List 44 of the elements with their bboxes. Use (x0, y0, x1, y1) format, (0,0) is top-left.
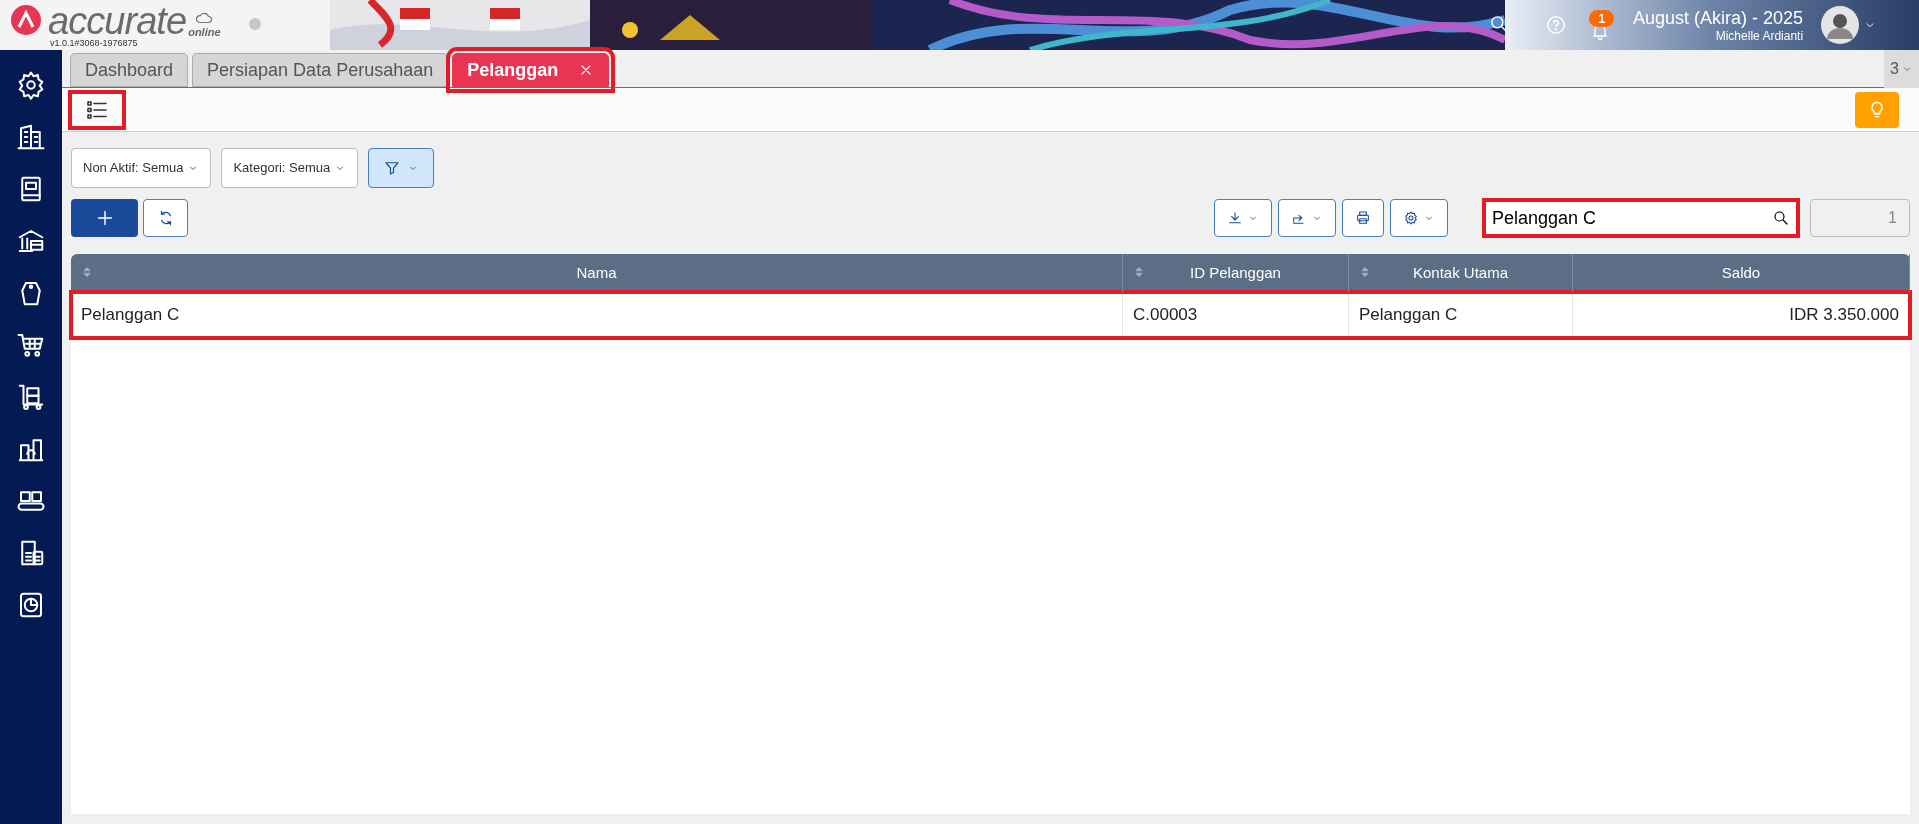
sort-icon (1133, 266, 1145, 278)
table-cell: Pelanggan C (71, 292, 1123, 338)
settings-button[interactable] (1390, 199, 1448, 237)
tab-count-dropdown[interactable]: 3 (1884, 50, 1919, 88)
logo-subtitle: online (188, 27, 221, 38)
download-icon (1227, 210, 1243, 226)
page-number-field[interactable]: 1 (1810, 199, 1910, 237)
filter-icon (383, 159, 402, 177)
share-button[interactable] (1278, 199, 1336, 237)
user-name: Michelle Ardianti (1715, 29, 1804, 43)
add-button[interactable] (71, 199, 138, 237)
print-button[interactable] (1342, 199, 1384, 237)
table-cell: C.00003 (1123, 292, 1349, 338)
column-header[interactable]: Kontak Utama (1349, 254, 1573, 292)
table-cell: Pelanggan C (1349, 292, 1573, 338)
avatar-icon[interactable] (1821, 6, 1860, 44)
logo-icon (10, 4, 42, 36)
app-logo-text: accurate (48, 4, 187, 38)
search-icon[interactable] (1772, 209, 1790, 227)
tab[interactable]: Dashboard (70, 53, 189, 87)
filter-dropdown[interactable]: Kategori: Semua (221, 148, 359, 188)
settings-icon (1403, 210, 1419, 226)
search-icon[interactable] (1489, 14, 1509, 34)
list-view-button[interactable] (68, 89, 126, 130)
building-icon[interactable] (16, 122, 46, 152)
table-row[interactable]: Pelanggan C C.00003 Pelanggan C IDR 3.350.000 (71, 292, 1910, 338)
column-header[interactable]: Saldo (1573, 254, 1910, 292)
search-field[interactable]: Pelanggan C (1482, 198, 1800, 238)
column-header[interactable]: ID Pelanggan (1123, 254, 1349, 292)
sort-icon (1359, 266, 1371, 278)
column-header[interactable]: Nama (71, 254, 1123, 292)
printer-icon (1355, 210, 1371, 226)
filter-dropdown[interactable]: Non Aktif: Semua (71, 148, 212, 188)
refresh-button[interactable] (143, 199, 188, 237)
notification-badge: 1 (1589, 10, 1615, 27)
download-button[interactable] (1214, 199, 1272, 237)
settings-icon[interactable] (16, 70, 46, 100)
tab[interactable]: Persiapan Data Perusahaan (192, 53, 449, 87)
period-label[interactable]: August (Akira) - 2025 (1633, 7, 1804, 29)
table-cell: IDR 3.350.000 (1573, 292, 1910, 338)
sort-icon (81, 266, 93, 278)
trolley-boxes-icon[interactable] (16, 382, 46, 412)
filter-button[interactable] (368, 148, 435, 188)
version-text: v1.0.1#3068-1976875 (49, 38, 139, 48)
